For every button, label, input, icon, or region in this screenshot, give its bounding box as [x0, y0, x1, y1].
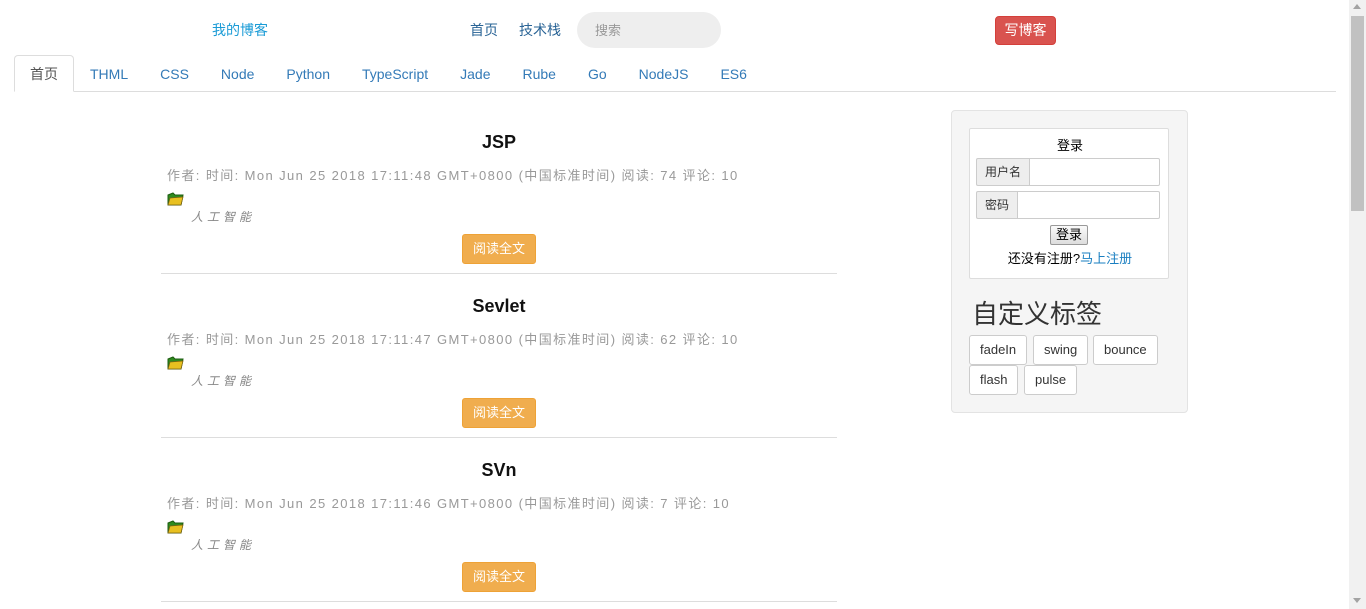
read-full-button[interactable]: 阅读全文: [462, 234, 536, 264]
article-title[interactable]: Sevlet: [161, 296, 837, 317]
scroll-up-arrow-icon[interactable]: [1353, 4, 1361, 9]
article-item: SVn 作者: 时间: Mon Jun 25 2018 17:11:46 GMT…: [161, 438, 837, 602]
tab-css[interactable]: CSS: [144, 55, 205, 92]
search-input[interactable]: [577, 12, 721, 48]
tab-rube[interactable]: Rube: [506, 55, 571, 92]
article-category: 人工智能: [191, 374, 256, 388]
password-group: 密码: [976, 191, 1161, 219]
category-tabs: 首页 THML CSS Node Python TypeScript Jade …: [14, 55, 1336, 92]
tag-bounce[interactable]: bounce: [1093, 335, 1158, 365]
read-full-button[interactable]: 阅读全文: [462, 562, 536, 592]
folder-icon: [167, 192, 184, 206]
article-category: 人工智能: [191, 210, 256, 224]
register-prompt: 还没有注册?: [1007, 251, 1081, 266]
tab-nodejs[interactable]: NodeJS: [623, 55, 705, 92]
sidebar: 登录 用户名 密码 登录 还没有注册?马上注册 自定义标签 fadeIn swi…: [951, 110, 1188, 413]
tab-go[interactable]: Go: [572, 55, 623, 92]
tab-typescript[interactable]: TypeScript: [346, 55, 444, 92]
folder-icon: [167, 356, 184, 370]
vertical-scrollbar[interactable]: [1349, 0, 1366, 609]
register-link[interactable]: 马上注册: [1080, 251, 1132, 266]
tag-flash[interactable]: flash: [969, 365, 1019, 395]
article-meta: 作者: 时间: Mon Jun 25 2018 17:11:48 GMT+080…: [167, 168, 739, 183]
article-item: Sevlet 作者: 时间: Mon Jun 25 2018 17:11:47 …: [161, 274, 837, 438]
article-title[interactable]: JSP: [161, 132, 837, 153]
article-meta: 作者: 时间: Mon Jun 25 2018 17:11:46 GMT+080…: [167, 496, 730, 511]
password-field[interactable]: [1017, 191, 1161, 219]
tab-home[interactable]: 首页: [14, 55, 74, 92]
username-group: 用户名: [976, 158, 1161, 186]
tag-fadein[interactable]: fadeIn: [969, 335, 1028, 365]
login-panel: 登录 用户名 密码 登录 还没有注册?马上注册: [969, 128, 1169, 279]
tag-pulse[interactable]: pulse: [1024, 365, 1078, 395]
nav-tech-stack[interactable]: 技术栈: [519, 20, 561, 40]
tab-jade[interactable]: Jade: [444, 55, 506, 92]
username-label: 用户名: [976, 158, 1030, 186]
custom-tags-title: 自定义标签: [972, 300, 1103, 330]
page: 我的博客 首页 技术栈 写博客 首页 THML CSS Node Python …: [0, 0, 1366, 609]
login-title: 登录: [1056, 138, 1083, 153]
register-line: 还没有注册?马上注册: [970, 248, 1170, 267]
tab-es6[interactable]: ES6: [704, 55, 762, 92]
tag-swing[interactable]: swing: [1033, 335, 1089, 365]
read-full-button[interactable]: 阅读全文: [462, 398, 536, 428]
write-blog-button[interactable]: 写博客: [995, 16, 1056, 45]
folder-icon: [167, 520, 184, 534]
tab-node[interactable]: Node: [205, 55, 270, 92]
nav-home[interactable]: 首页: [470, 20, 498, 40]
brand-link[interactable]: 我的博客: [212, 20, 268, 40]
scroll-down-arrow-icon[interactable]: [1353, 598, 1361, 603]
article-meta: 作者: 时间: Mon Jun 25 2018 17:11:47 GMT+080…: [167, 332, 739, 347]
article-title[interactable]: SVn: [161, 460, 837, 481]
tab-python[interactable]: Python: [270, 55, 346, 92]
username-field[interactable]: [1029, 158, 1161, 186]
tab-thml[interactable]: THML: [74, 55, 144, 92]
scroll-thumb[interactable]: [1351, 16, 1364, 211]
article-list: JSP 作者: 时间: Mon Jun 25 2018 17:11:48 GMT…: [161, 110, 837, 602]
password-label: 密码: [976, 191, 1018, 219]
login-button[interactable]: 登录: [1050, 225, 1088, 245]
article-item: JSP 作者: 时间: Mon Jun 25 2018 17:11:48 GMT…: [161, 110, 837, 274]
article-category: 人工智能: [191, 538, 256, 552]
